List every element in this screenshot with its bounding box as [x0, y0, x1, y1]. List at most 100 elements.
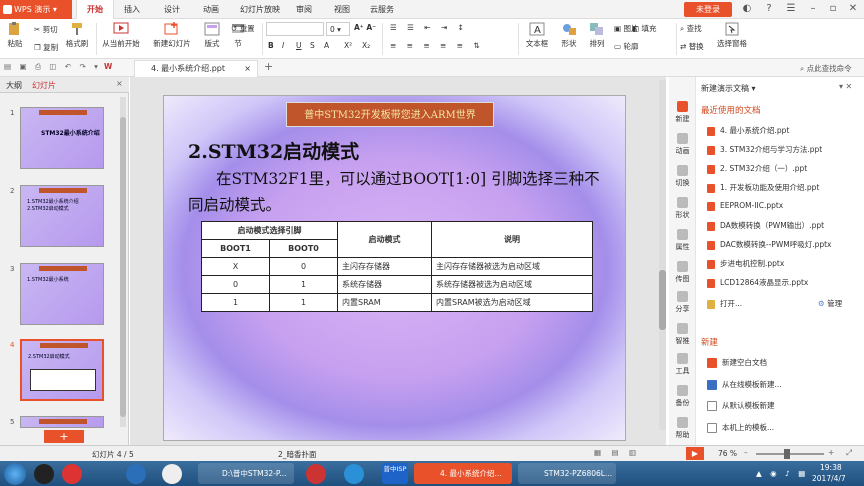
cut-button[interactable]: ✂ 剪切 [34, 24, 58, 35]
recent-file[interactable]: 3. STM32介绍与学习方法.ppt [707, 144, 822, 155]
new-default-template-button[interactable]: 从默认模板新建 [707, 400, 775, 411]
reset-button[interactable]: ↺ 重置 [231, 23, 255, 34]
view-mode-icons[interactable]: ▦ ▤ ▥ [594, 448, 640, 457]
doc-tab[interactable]: 4. 最小系统介绍.ppt × [134, 60, 258, 77]
tab-design[interactable]: 设计 [164, 0, 180, 19]
paste-button[interactable]: 粘贴 [4, 22, 26, 49]
align-icons[interactable]: ≡ ≡ ≡ ≡ ≡ ⇅ [390, 41, 484, 50]
zoom-out-icon[interactable]: – [744, 448, 748, 457]
k-app-icon[interactable] [126, 464, 146, 484]
side-shape-button[interactable]: 形状 [669, 197, 696, 220]
recent-file[interactable]: 2. STM32介绍（一）.ppt [707, 163, 807, 174]
new-slide-button[interactable]: 新建幻灯片 [150, 22, 194, 49]
arrange-button[interactable]: 排列 [584, 22, 610, 49]
login-button[interactable]: 未登录 [684, 2, 732, 17]
tab-view[interactable]: 视图 [334, 0, 350, 19]
play-slideshow-button[interactable]: ▶ [686, 447, 704, 460]
slide-thumbnail-3[interactable]: 1.STM32最小系统 [20, 263, 104, 325]
wps-tab-icon[interactable]: W [104, 62, 112, 71]
start-button[interactable] [4, 463, 26, 485]
s-app-icon[interactable] [162, 464, 182, 484]
slide-canvas[interactable]: 普中STM32开发板带您进入ARM世界 2.STM32启动模式 在STM32F1… [163, 95, 626, 441]
recent-file[interactable]: DAC数模转换--PWM呼吸灯.pptx [707, 239, 832, 250]
side-properties-button[interactable]: 属性 [669, 229, 696, 252]
side-new-button[interactable]: 新建 [669, 101, 696, 124]
list-icons[interactable]: ☰ ☰ ⇤ ⇥ ↕ [390, 23, 468, 32]
recent-file[interactable]: 4. 最小系统介绍.ppt [707, 125, 789, 136]
pane-controls-icon[interactable]: ▾ ✕ [839, 82, 852, 91]
tab-animation[interactable]: 动画 [203, 0, 219, 19]
side-backup-button[interactable]: 备份 [669, 385, 696, 408]
taskbar-stm32[interactable]: STM32-PZ6806L... [518, 463, 616, 484]
qq-icon[interactable] [34, 464, 54, 484]
italic-icon[interactable]: I [282, 41, 284, 50]
grow-font-icon[interactable]: A⁺ A⁻ [354, 23, 376, 32]
close-tab-icon[interactable]: × [244, 61, 251, 77]
close-icon[interactable]: ✕ [846, 2, 860, 16]
close-panel-icon[interactable]: × [116, 79, 123, 88]
taskbar-explorer[interactable]: D:\普中STM32-P... [198, 463, 294, 484]
minimize-icon[interactable]: – [806, 2, 820, 16]
canvas-scrollbar[interactable] [659, 80, 666, 430]
wps-menu-button[interactable]: WPS 演示 ▾ [0, 0, 72, 19]
tab-slides[interactable]: 幻灯片 [32, 80, 56, 91]
fill-button[interactable]: ◧ 填充 [632, 23, 656, 34]
tab-cloud[interactable]: 云服务 [370, 0, 394, 19]
tab-outline[interactable]: 大纲 [6, 80, 22, 91]
help-icon[interactable]: ? [762, 2, 776, 16]
slide-title[interactable]: 2.STM32启动模式 [188, 137, 359, 164]
superscript-icon[interactable]: X² [344, 41, 352, 50]
side-upload-button[interactable]: 传图 [669, 261, 696, 284]
replace-button[interactable]: ⇄ 替换 [680, 41, 704, 52]
tab-home[interactable]: 开始 [76, 0, 114, 19]
slide-thumbnail-2[interactable]: 1.STM32最小系统介绍 2.STM32启动模式 [20, 185, 104, 247]
tab-slideshow[interactable]: 幻灯片放映 [240, 0, 280, 19]
format-painter-button[interactable]: 格式刷 [62, 22, 92, 49]
underline-icon[interactable]: U [296, 41, 302, 50]
maximize-icon[interactable]: ▫ [826, 2, 840, 16]
recent-file[interactable]: DA数模转换（PWM输出）.ppt [707, 220, 824, 231]
font-color-icon[interactable]: A [324, 41, 329, 50]
side-tools-button[interactable]: 工具 [669, 353, 696, 376]
side-help-button[interactable]: 帮助 [669, 417, 696, 440]
from-current-button[interactable]: 从当前开始 [100, 22, 142, 49]
tray-icons[interactable]: ▲ ◉ ♪ ▦ [756, 469, 808, 478]
subscript-icon[interactable]: X₂ [362, 41, 370, 50]
manage-button[interactable]: ⚙ 管理 [818, 298, 842, 309]
side-recommend-button[interactable]: 智推 [669, 323, 696, 346]
app-icon[interactable] [306, 464, 326, 484]
side-share-button[interactable]: 分享 [669, 291, 696, 314]
slide-thumbnail-4[interactable]: 2.STM32启动模式 [20, 339, 104, 401]
recent-file[interactable]: EEPROM-IIC.pptx [707, 201, 783, 211]
textbox-button[interactable]: A 文本框 [522, 22, 552, 49]
tab-insert[interactable]: 插入 [124, 0, 140, 19]
font-size-dropdown[interactable]: 0 ▾ [326, 22, 350, 36]
copy-button[interactable]: ❐ 复制 [34, 42, 58, 53]
skin-icon[interactable]: ◐ [740, 2, 754, 16]
taskbar-isp[interactable]: 普中ISP [382, 463, 408, 484]
boot-mode-table[interactable]: 启动模式选择引脚 启动模式 说明 BOOT1 BOOT0 X 0 主闪存存储器 … [201, 221, 593, 312]
shape-button[interactable]: 形状 [556, 22, 582, 49]
slide-thumbnail-5[interactable] [20, 416, 104, 428]
fit-window-icon[interactable]: ⤢ [846, 448, 852, 458]
local-template-button[interactable]: 本机上的模板... [707, 422, 774, 433]
new-tab-icon[interactable]: + [264, 60, 273, 73]
settings-icon[interactable]: ☰ [784, 2, 798, 16]
command-search[interactable]: ⌕ 点此查找命令 [800, 63, 852, 74]
zoom-slider[interactable] [756, 449, 824, 459]
find-button[interactable]: ⌕ 查找 [680, 23, 702, 34]
recent-file[interactable]: LCD12864液晶显示.pptx [707, 277, 808, 288]
slide-thumbnail-1[interactable]: STM32最小系统介绍 [20, 107, 104, 169]
app-icon[interactable] [344, 464, 364, 484]
taskbar-wps[interactable]: 4. 最小系统介绍... [414, 463, 512, 484]
side-transition-button[interactable]: 切换 [669, 165, 696, 188]
outline-button[interactable]: ▭ 轮廓 [614, 41, 638, 52]
task-pane-title[interactable]: 新建演示文稿 ▾ [701, 83, 756, 94]
tab-review[interactable]: 审阅 [296, 0, 312, 19]
open-file-button[interactable]: 打开... [707, 298, 742, 309]
bold-icon[interactable]: B [268, 41, 274, 50]
panel-scrollbar[interactable] [120, 97, 126, 427]
recent-file[interactable]: 步进电机控制.pptx [707, 258, 784, 269]
new-blank-button[interactable]: 新建空白文档 [707, 357, 767, 368]
slide-body-text[interactable]: 在STM32F1里，可以通过BOOT[1:0] 引脚选择三种不同启动模式。 [188, 166, 608, 218]
